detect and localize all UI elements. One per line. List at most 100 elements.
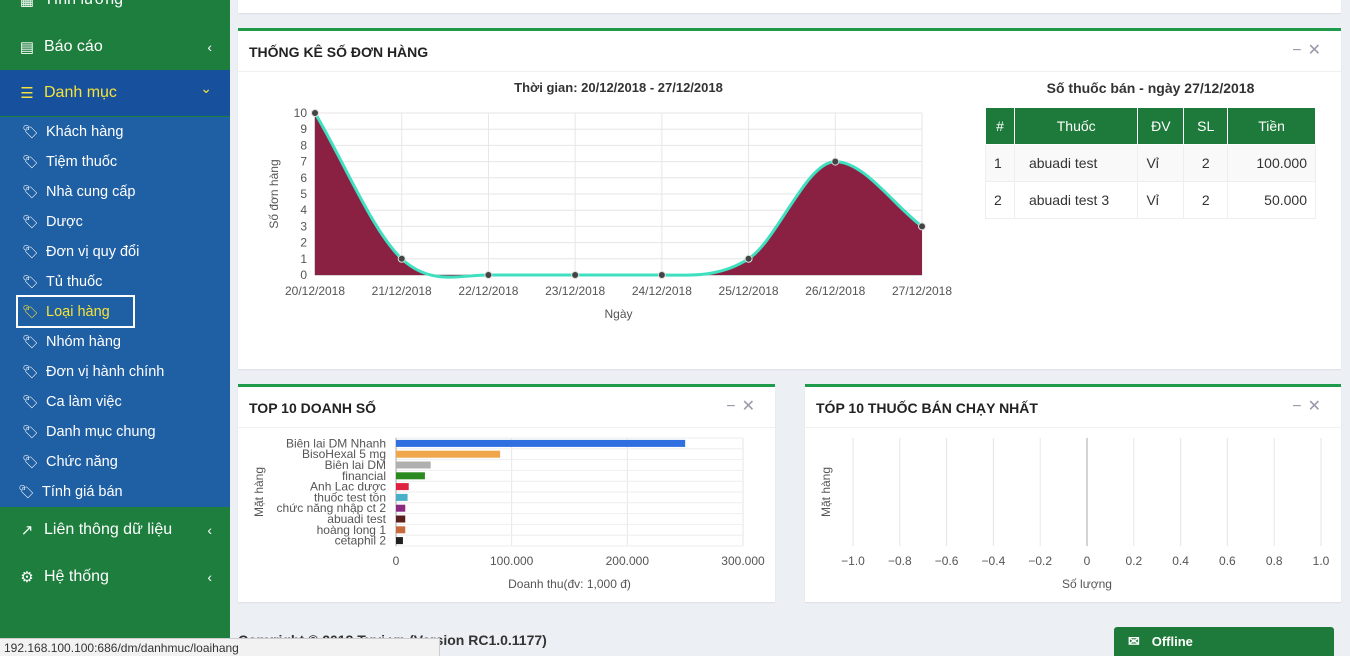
revenue-chart: 0 100.000 200.000 300.000Biên lai DM NhanhB…: [252, 436, 765, 591]
y-tick-label: 2: [300, 236, 307, 250]
nav-bao-cao[interactable]: ▤ Báo cáo ‹: [0, 24, 230, 70]
minimize-icon[interactable]: −: [1292, 398, 1307, 415]
submenu-item-danh-muc-chung[interactable]: 🏷 Danh mục chung: [0, 417, 230, 447]
tag-icon: 🏷: [22, 214, 39, 229]
tag-icon: 🏷: [22, 424, 39, 439]
sidebar: ▦ Tính lương ▤ Báo cáo ‹ ☰ Danh mục ⌄ 🏷 K…: [0, 0, 230, 656]
cell: 50.000: [1227, 181, 1316, 219]
x-tick-label: 22/12/2018: [458, 284, 518, 298]
submenu-item-nhom-hang[interactable]: 🏷 Nhóm hàng: [0, 327, 230, 357]
submenu-item-tu-thuoc[interactable]: 🏷 Tủ thuốc: [0, 267, 230, 297]
x-tick-label: 0: [393, 554, 400, 568]
nav-he-thong[interactable]: ⚙ Hệ thống ‹: [0, 554, 230, 600]
tag-icon: 🏷: [22, 394, 39, 409]
x-tick-label: −0.8: [888, 554, 912, 568]
submenu-item-don-vi-quy-doi[interactable]: 🏷 Đơn vị quy đổi: [0, 237, 230, 267]
submenu-label: Tiệm thuốc: [46, 154, 118, 170]
sales-table-title: Số thuốc bán - ngày 27/12/2018: [1046, 80, 1255, 96]
submenu-item-ca-lam-viec[interactable]: 🏷 Ca làm việc: [0, 387, 230, 417]
x-tick-label: 27/12/2018: [892, 284, 952, 298]
submenu-danh-muc: 🏷 Khách hàng 🏷 Tiệm thuốc 🏷 Nhà cung cấp 🏷 D…: [0, 117, 230, 507]
x-tick-label: 23/12/2018: [545, 284, 605, 298]
nav-danh-muc[interactable]: ☰ Danh mục ⌄: [0, 70, 230, 116]
y-axis-label: Số đơn hàng: [267, 159, 281, 228]
bar: [396, 450, 501, 458]
x-tick-label: 21/12/2018: [372, 284, 432, 298]
x-axis-label: Ngày: [604, 307, 632, 321]
share-icon: ↗: [20, 522, 34, 539]
close-icon[interactable]: ✕: [1308, 42, 1327, 59]
submenu-item-tinh-gia-ban[interactable]: 🏷 Tính giá bán: [0, 477, 230, 507]
cell: Vỉ: [1137, 181, 1185, 219]
submenu-item-khach-hang[interactable]: 🏷 Khách hàng: [0, 117, 230, 147]
x-tick-label: 1.0: [1313, 554, 1330, 568]
minimize-icon[interactable]: −: [726, 398, 741, 415]
x-tick-label: 24/12/2018: [632, 284, 692, 298]
submenu-item-loai-hang[interactable]: 🏷 Loại hàng: [0, 297, 230, 327]
y-tick-label: 0: [300, 268, 307, 282]
data-point: [571, 271, 580, 279]
tag-icon: 🏷: [22, 454, 39, 469]
x-tick-label: 0.6: [1219, 554, 1236, 568]
x-tick-label: 0.2: [1125, 554, 1142, 568]
nav-label: Tính lương: [44, 0, 123, 9]
orders-box-title: THỐNG KÊ SỐ ĐƠN HÀNG: [249, 44, 429, 60]
cell: 100.000: [1227, 144, 1316, 182]
x-tick-label: −1.0: [841, 554, 865, 568]
x-tick-label: −0.6: [935, 554, 959, 568]
nav-lien-thong-du-lieu[interactable]: ↗ Liên thông dữ liệu ‹: [0, 507, 230, 553]
revenue-box-title: TOP 10 DOANH SỐ: [249, 400, 377, 416]
nav-label: Danh mục: [44, 84, 117, 101]
data-point: [831, 157, 840, 166]
submenu-label: Nhóm hàng: [46, 334, 121, 350]
series-area: [315, 113, 922, 278]
y-tick-label: 9: [300, 122, 307, 136]
y-tick-label: 4: [300, 203, 307, 217]
bestseller-box-title: TÓP 10 THUỐC BÁN CHẠY NHẤT: [816, 400, 1038, 416]
submenu-item-duoc[interactable]: 🏷 Dược: [0, 207, 230, 237]
x-tick-label: 26/12/2018: [805, 284, 865, 298]
col-header: ĐV: [1137, 107, 1185, 145]
y-axis-label: Mặt hàng: [819, 467, 833, 517]
y-tick-label: cetaphil 2: [335, 534, 387, 548]
col-header: Thuốc: [1013, 107, 1139, 145]
submenu-label: Loại hàng: [46, 304, 110, 320]
close-icon[interactable]: ✕: [742, 398, 761, 415]
submenu-item-tiem-thuoc[interactable]: 🏷 Tiệm thuốc: [0, 147, 230, 177]
x-tick-label: 0.4: [1172, 554, 1189, 568]
table-row[interactable]: 1 abuadi test Vỉ 2 100.000: [985, 144, 1316, 182]
previous-box: [238, 0, 1341, 13]
submenu-label: Tính giá bán: [42, 484, 123, 500]
close-icon[interactable]: ✕: [1308, 398, 1327, 415]
box-tools: −✕: [726, 396, 761, 416]
submenu-label: Chức năng: [46, 454, 118, 470]
chevron-down-icon: ⌄: [200, 80, 212, 96]
bar: [396, 472, 425, 480]
data-point: [918, 222, 926, 231]
submenu-label: Tủ thuốc: [46, 274, 103, 290]
submenu-item-chuc-nang[interactable]: 🏷 Chức năng: [0, 447, 230, 477]
bar: [396, 483, 409, 491]
tag-icon: 🏷: [22, 334, 39, 349]
table-row[interactable]: 2 abuadi test 3 Vỉ 2 50.000: [985, 181, 1316, 219]
data-point: [657, 271, 666, 279]
nav-tinh-luong[interactable]: ▦ Tính lương: [0, 0, 230, 23]
tag-icon: 🏷: [22, 154, 39, 169]
x-tick-label: −0.4: [982, 554, 1006, 568]
data-point: [744, 254, 753, 263]
calculator-icon: ▦: [19, 0, 35, 9]
chevron-left-icon: ‹: [207, 522, 212, 538]
offline-chat-button[interactable]: ✉ Offline: [1114, 627, 1334, 656]
cell: 2: [985, 181, 1015, 219]
status-bar-url: 192.168.100.100:686/dm/danhmuc/loaihang: [0, 638, 440, 656]
submenu-label: Ca làm việc: [46, 394, 122, 410]
minimize-icon[interactable]: −: [1292, 42, 1307, 59]
report-icon: ▤: [19, 39, 35, 56]
submenu-item-don-vi-hanh-chinh[interactable]: 🏷 Đơn vị hành chính: [0, 357, 230, 387]
bar: [396, 493, 408, 501]
cell: 2: [1183, 181, 1229, 219]
submenu-item-nha-cung-cap[interactable]: 🏷 Nhà cung cấp: [0, 177, 230, 207]
cell: abuadi test: [1013, 144, 1139, 182]
submenu-label: Đơn vị quy đổi: [46, 244, 140, 260]
x-tick-label: 200.000: [606, 554, 650, 568]
